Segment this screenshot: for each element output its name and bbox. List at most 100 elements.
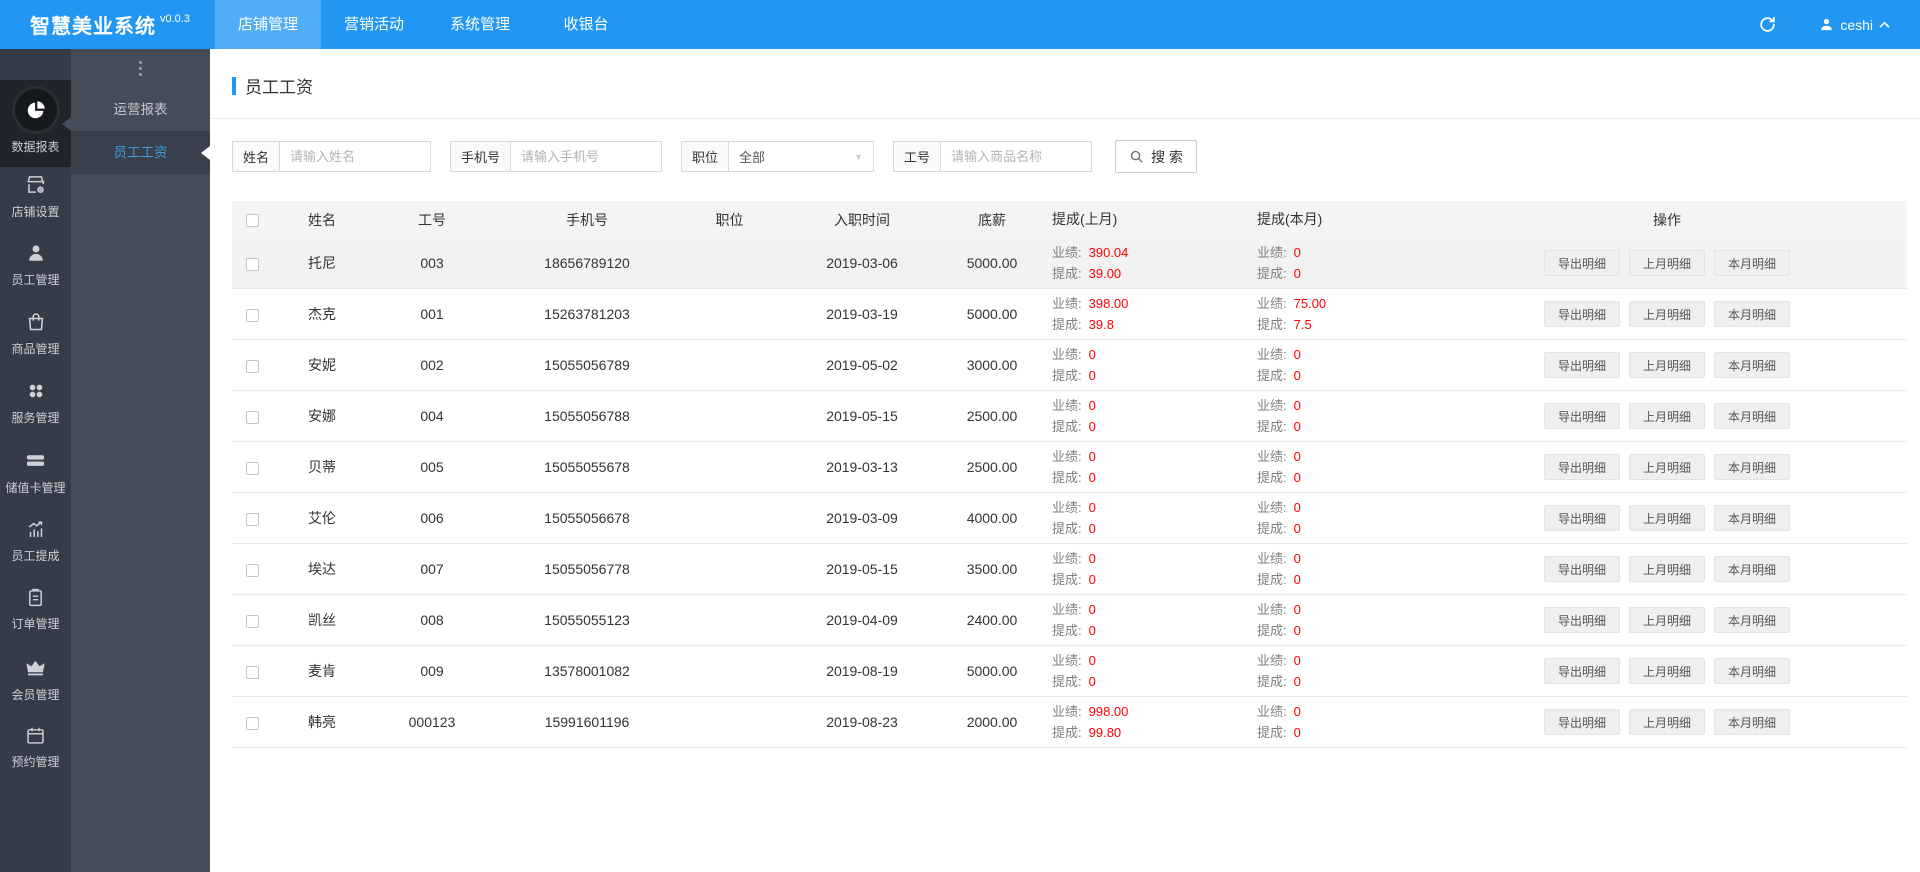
row-checkbox[interactable]: [245, 563, 259, 577]
name-input[interactable]: [279, 141, 432, 172]
last-month-cell: 业绩: 0 提成: 0: [1037, 446, 1242, 488]
employee-phone: 15055055123: [544, 612, 630, 628]
sidebar-item-service-management[interactable]: 服务管理: [0, 376, 71, 445]
last-month-detail-button[interactable]: 上月明细: [1628, 607, 1705, 633]
phone-filter-group: 手机号: [450, 141, 663, 172]
employee-jobno: 002: [420, 357, 444, 373]
last-month-detail-button[interactable]: 上月明细: [1628, 709, 1705, 735]
row-checkbox[interactable]: [245, 614, 259, 628]
export-detail-button[interactable]: 导出明细: [1543, 250, 1620, 276]
version-badge: v0.0.3: [160, 12, 190, 25]
table-row: 安妮 002 15055056789 2019-05-02 3000.00 业绩…: [232, 340, 1907, 391]
export-detail-button[interactable]: 导出明细: [1543, 505, 1620, 531]
submenu-item-staff-wages[interactable]: 员工工资: [71, 131, 210, 174]
row-actions: 导出明细 上月明细 本月明细: [1517, 301, 1817, 327]
this-month-detail-button[interactable]: 本月明细: [1714, 301, 1791, 327]
last-month-detail-button[interactable]: 上月明细: [1628, 403, 1705, 429]
perf-value-last: 0: [1088, 398, 1096, 413]
jobno-filter-label: 工号: [893, 141, 941, 172]
this-month-detail-button[interactable]: 本月明细: [1714, 658, 1791, 684]
row-checkbox[interactable]: [245, 257, 259, 271]
sidebar-item-order-management[interactable]: 订单管理: [0, 583, 71, 652]
last-month-cell: 业绩: 0 提成: 0: [1037, 344, 1242, 386]
this-month-detail-button[interactable]: 本月明细: [1714, 505, 1791, 531]
row-checkbox[interactable]: [245, 665, 259, 679]
last-month-detail-button[interactable]: 上月明细: [1628, 505, 1705, 531]
row-checkbox[interactable]: [245, 359, 259, 373]
submenu-item-operations-report[interactable]: 运营报表: [71, 88, 210, 131]
comm-label-this: 提成:: [1257, 674, 1287, 689]
sidebar-item-stored-value-card[interactable]: 储值卡管理: [0, 445, 71, 514]
this-month-detail-button[interactable]: 本月明细: [1714, 403, 1791, 429]
perf-value-last: 0: [1088, 500, 1096, 515]
last-month-detail-button[interactable]: 上月明细: [1628, 556, 1705, 582]
phone-input[interactable]: [510, 141, 663, 172]
export-detail-button[interactable]: 导出明细: [1543, 607, 1620, 633]
this-month-detail-button[interactable]: 本月明细: [1714, 454, 1791, 480]
export-detail-button[interactable]: 导出明细: [1543, 301, 1620, 327]
perf-value-this: 0: [1293, 551, 1301, 566]
sidebar-item-product-management[interactable]: 商品管理: [0, 307, 71, 376]
this-month-detail-button[interactable]: 本月明细: [1714, 709, 1791, 735]
tab-marketing-activity[interactable]: 营销活动: [321, 0, 427, 49]
export-detail-button[interactable]: 导出明细: [1543, 556, 1620, 582]
employee-phone: 15055056789: [544, 357, 630, 373]
vertical-ellipsis-icon[interactable]: [71, 49, 210, 88]
last-month-detail-button[interactable]: 上月明细: [1628, 250, 1705, 276]
row-checkbox[interactable]: [245, 716, 259, 730]
export-detail-button[interactable]: 导出明细: [1543, 352, 1620, 378]
refresh-icon[interactable]: [1758, 15, 1777, 34]
last-month-detail-button[interactable]: 上月明细: [1628, 301, 1705, 327]
this-month-detail-button[interactable]: 本月明细: [1714, 607, 1791, 633]
sidebar-item-appointment-management[interactable]: 预约管理: [0, 721, 71, 790]
jobno-filter-group: 工号: [893, 141, 1093, 172]
this-month-detail-button[interactable]: 本月明细: [1714, 556, 1791, 582]
employee-salary: 5000.00: [966, 306, 1018, 322]
last-month-detail-button[interactable]: 上月明细: [1628, 658, 1705, 684]
col-header-hiredate: 入职时间: [834, 211, 890, 228]
last-month-cell: 业绩: 0 提成: 0: [1037, 395, 1242, 437]
this-month-detail-button[interactable]: 本月明细: [1714, 352, 1791, 378]
col-header-salary: 底薪: [978, 211, 1006, 228]
table-row: 安娜 004 15055056788 2019-05-15 2500.00 业绩…: [232, 391, 1907, 442]
sidebar-item-shop-settings[interactable]: 店铺设置: [0, 169, 71, 238]
this-month-detail-button[interactable]: 本月明细: [1714, 250, 1791, 276]
comm-value-last: 0: [1088, 623, 1096, 638]
perf-value-this: 0: [1293, 704, 1301, 719]
select-all-checkbox[interactable]: [245, 214, 259, 228]
perf-value-this: 0: [1293, 245, 1301, 260]
search-button[interactable]: 搜 索: [1115, 140, 1197, 173]
tab-shop-management[interactable]: 店铺管理: [215, 0, 321, 49]
employee-jobno: 005: [420, 459, 444, 475]
comm-value-last: 99.80: [1088, 725, 1122, 740]
last-month-detail-button[interactable]: 上月明细: [1628, 454, 1705, 480]
comm-value-this: 0: [1293, 419, 1301, 434]
export-detail-button[interactable]: 导出明细: [1543, 454, 1620, 480]
user-menu[interactable]: ceshi: [1819, 17, 1890, 33]
row-actions: 导出明细 上月明细 本月明细: [1517, 709, 1817, 735]
position-select[interactable]: 全部 ▼: [728, 141, 875, 172]
export-detail-button[interactable]: 导出明细: [1543, 403, 1620, 429]
sidebar-item-member-management[interactable]: 会员管理: [0, 652, 71, 721]
primary-sidebar: 数据报表 店铺设置 员工管理 商品管理 服务管理 储值卡管理 员工提成 订单管理…: [0, 49, 71, 872]
jobno-input[interactable]: [940, 141, 1093, 172]
tab-cashier[interactable]: 收银台: [533, 0, 639, 49]
table-row: 凯丝 008 15055055123 2019-04-09 2400.00 业绩…: [232, 595, 1907, 646]
table-row: 杰克 001 15263781203 2019-03-19 5000.00 业绩…: [232, 289, 1907, 340]
table-body: 托尼 003 18656789120 2019-03-06 5000.00 业绩…: [232, 238, 1907, 748]
export-detail-button[interactable]: 导出明细: [1543, 709, 1620, 735]
row-checkbox[interactable]: [245, 512, 259, 526]
sidebar-item-label: 预约管理: [11, 755, 60, 769]
row-checkbox[interactable]: [245, 461, 259, 475]
row-checkbox[interactable]: [245, 308, 259, 322]
tab-system-management[interactable]: 系统管理: [427, 0, 533, 49]
sidebar-item-data-reports[interactable]: 数据报表: [0, 80, 71, 167]
sidebar-item-staff-management[interactable]: 员工管理: [0, 238, 71, 307]
employee-hiredate: 2019-03-06: [826, 255, 898, 271]
sidebar-item-staff-commission[interactable]: 员工提成: [0, 514, 71, 583]
export-detail-button[interactable]: 导出明细: [1543, 658, 1620, 684]
employee-name: 托尼: [308, 255, 336, 271]
row-checkbox[interactable]: [245, 410, 259, 424]
top-header: 智慧美业系统 v0.0.3 店铺管理 营销活动 系统管理 收银台 ceshi: [0, 0, 1920, 49]
last-month-detail-button[interactable]: 上月明细: [1628, 352, 1705, 378]
